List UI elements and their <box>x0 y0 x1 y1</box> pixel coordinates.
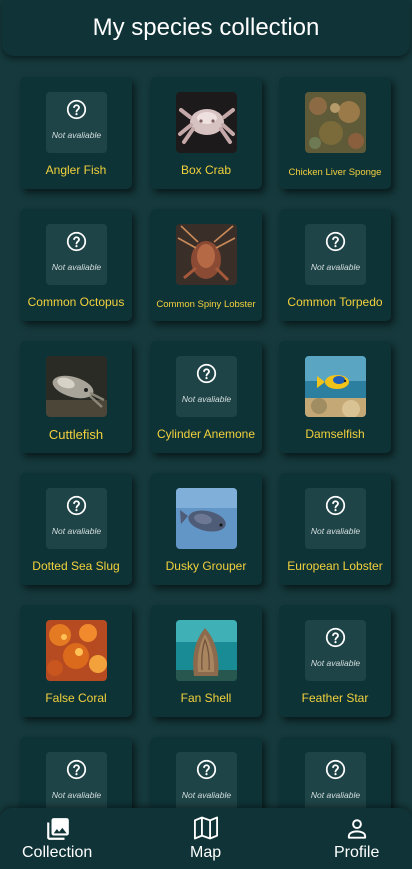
species-card[interactable]: Not avaliable Common Octopus <box>20 209 132 321</box>
species-card[interactable]: Dusky Grouper <box>150 473 262 585</box>
placeholder-content: Not avaliable <box>46 224 107 285</box>
species-photo <box>176 488 237 549</box>
species-placeholder: Not avaliable <box>305 620 366 681</box>
species-photo <box>176 92 237 153</box>
species-placeholder: Not avaliable <box>46 92 107 153</box>
gallery-icon <box>47 818 69 840</box>
question-icon <box>66 99 87 120</box>
species-card[interactable]: Not avaliable Cylinder Anemone <box>150 341 262 453</box>
nav-profile-label: Profile <box>334 844 380 861</box>
species-placeholder: Not avaliable <box>305 488 366 549</box>
question-icon <box>325 495 346 516</box>
species-placeholder: Not avaliable <box>46 224 107 285</box>
species-name: Damselfish <box>305 427 365 441</box>
placeholder-content: Not avaliable <box>46 92 107 153</box>
placeholder-content: Not avaliable <box>305 488 366 549</box>
species-card[interactable]: Fan Shell <box>150 605 262 717</box>
species-name: Fan Shell <box>180 691 232 705</box>
question-icon <box>66 759 87 780</box>
map-icon <box>193 816 219 840</box>
nav-profile[interactable]: Profile <box>330 808 390 869</box>
species-card[interactable]: Not avaliable <box>150 737 262 810</box>
app-header: My species collection <box>2 0 410 56</box>
nav-collection[interactable]: Collection <box>10 808 105 869</box>
placeholder-content: Not avaliable <box>305 224 366 285</box>
species-card[interactable]: Not avaliable <box>279 737 391 810</box>
species-placeholder: Not avaliable <box>305 224 366 285</box>
not-available-label: Not avaliable <box>181 790 232 800</box>
placeholder-content: Not avaliable <box>46 752 107 810</box>
nav-map-label: Map <box>190 844 222 861</box>
species-card[interactable]: Not avaliable <box>20 737 132 810</box>
species-photo <box>46 356 107 417</box>
placeholder-content: Not avaliable <box>305 752 366 810</box>
question-icon <box>196 363 217 384</box>
page-title: My species collection <box>92 14 320 41</box>
placeholder-content: Not avaliable <box>176 752 237 810</box>
species-card[interactable]: Common Spiny Lobster <box>150 209 262 321</box>
species-photo <box>305 92 366 153</box>
species-card[interactable]: Box Crab <box>150 77 262 189</box>
placeholder-content: Not avaliable <box>46 488 107 549</box>
question-icon <box>325 759 346 780</box>
species-name: European Lobster <box>287 559 383 573</box>
species-name: Box Crab <box>180 163 232 177</box>
species-name: Dotted Sea Slug <box>32 559 120 573</box>
species-grid: Not avaliable Angler Fish Box Crab Chicken … <box>0 0 412 810</box>
species-name: False Coral <box>45 691 107 705</box>
species-name: Angler Fish <box>45 163 107 177</box>
not-available-label: Not avaliable <box>51 130 102 140</box>
nav-collection-label: Collection <box>22 844 93 861</box>
species-card[interactable]: Not avaliable Dotted Sea Slug <box>20 473 132 585</box>
not-available-label: Not avaliable <box>310 658 361 668</box>
species-photo <box>176 224 237 285</box>
species-card[interactable]: Not avaliable European Lobster <box>279 473 391 585</box>
species-photo <box>176 620 237 681</box>
species-photo <box>305 356 366 417</box>
species-name: Cuttlefish <box>48 427 104 442</box>
question-icon <box>325 627 346 648</box>
species-name: Dusky Grouper <box>165 559 247 573</box>
species-card[interactable]: Not avaliable Angler Fish <box>20 77 132 189</box>
not-available-label: Not avaliable <box>51 262 102 272</box>
species-name: Feather Star <box>301 691 369 705</box>
not-available-label: Not avaliable <box>310 262 361 272</box>
question-icon <box>325 231 346 252</box>
species-card[interactable]: Cuttlefish <box>20 341 132 453</box>
not-available-label: Not avaliable <box>51 790 102 800</box>
question-icon <box>66 231 87 252</box>
species-name: Chicken Liver Sponge <box>288 167 382 178</box>
species-card[interactable]: False Coral <box>20 605 132 717</box>
species-name: Common Spiny Lobster <box>156 299 256 310</box>
species-name: Common Torpedo <box>287 295 383 309</box>
not-available-label: Not avaliable <box>310 526 361 536</box>
species-name: Common Octopus <box>27 295 125 309</box>
placeholder-content: Not avaliable <box>176 356 237 417</box>
species-name: Cylinder Anemone <box>156 427 256 441</box>
species-placeholder: Not avaliable <box>176 356 237 417</box>
nav-map[interactable]: Map <box>180 808 232 869</box>
not-available-label: Not avaliable <box>181 394 232 404</box>
species-placeholder: Not avaliable <box>305 752 366 810</box>
species-card[interactable]: Chicken Liver Sponge <box>279 77 391 189</box>
species-card[interactable]: Not avaliable Feather Star <box>279 605 391 717</box>
person-icon <box>347 819 367 839</box>
question-icon <box>196 759 217 780</box>
species-placeholder: Not avaliable <box>46 488 107 549</box>
not-available-label: Not avaliable <box>310 790 361 800</box>
species-placeholder: Not avaliable <box>46 752 107 810</box>
placeholder-content: Not avaliable <box>305 620 366 681</box>
question-icon <box>66 495 87 516</box>
species-photo <box>46 620 107 681</box>
species-card[interactable]: Not avaliable Common Torpedo <box>279 209 391 321</box>
not-available-label: Not avaliable <box>51 526 102 536</box>
bottom-nav: Collection Map Profile <box>0 808 412 869</box>
species-placeholder: Not avaliable <box>176 752 237 810</box>
species-card[interactable]: Damselfish <box>279 341 391 453</box>
